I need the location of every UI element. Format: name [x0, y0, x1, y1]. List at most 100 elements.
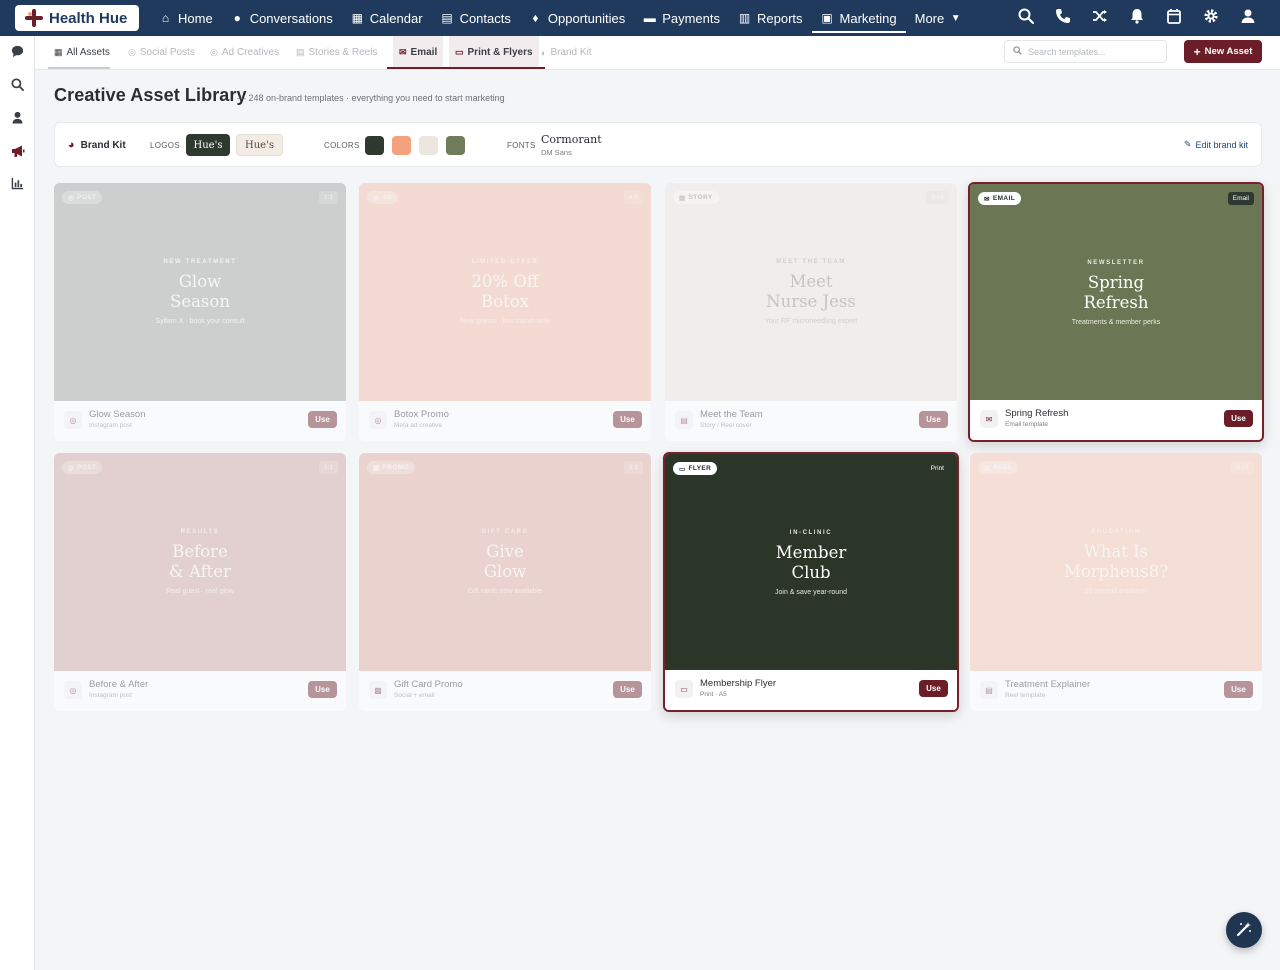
brand-kit-label: ◕ Brand Kit — [68, 139, 126, 151]
nav-marketing[interactable]: ▣ Marketing — [811, 0, 906, 36]
search-input[interactable]: Search templates... — [1028, 47, 1106, 57]
printer-icon: ▭ — [675, 680, 693, 698]
target-icon: ◎ — [373, 194, 380, 202]
ratio-badge: 4:5 — [623, 191, 643, 204]
tagline-text: New guests · this month only — [460, 318, 550, 325]
use-button[interactable]: Use — [613, 681, 642, 698]
shuffle-icon[interactable] — [1081, 8, 1118, 29]
logo-dark[interactable]: Hue's — [186, 134, 230, 156]
template-preview: ◎ AD 4:5 LIMITED OFFER 20% Off Botox New g… — [359, 183, 651, 401]
colors-label: COLORS — [324, 141, 360, 150]
card-footer: ▩ Gift Card Promo Social + email Use — [359, 671, 651, 711]
use-button[interactable]: Use — [1224, 410, 1253, 427]
nav-home[interactable]: ⌂ Home — [150, 0, 222, 36]
use-button[interactable]: Use — [308, 681, 337, 698]
new-asset-button[interactable]: + New Asset — [1184, 40, 1262, 63]
gear-icon[interactable] — [1192, 8, 1229, 29]
magic-wand-icon — [1236, 921, 1252, 940]
phone-icon[interactable] — [1044, 8, 1081, 29]
template-card[interactable]: ◎ AD 4:5 LIMITED OFFER 20% Off Botox New g… — [359, 183, 651, 441]
eyebrow-text: RESULTS — [180, 529, 220, 535]
tab-brand-kit[interactable]: ◐ Brand Kit — [541, 36, 592, 69]
ratio-badge: Email — [1227, 192, 1254, 205]
tab-stories-reels[interactable]: ▤ Stories & Reels — [296, 36, 377, 69]
brand-kit-bar: ◕ Brand Kit LOGOS Hue's Hue's COLORS FONT… — [54, 122, 1262, 167]
tagline-text: Join & save year-round — [775, 589, 847, 596]
bar-chart-icon[interactable] — [0, 177, 35, 193]
color-swatch-2[interactable] — [392, 136, 411, 155]
nav-conversations[interactable]: ● Conversations — [222, 0, 342, 36]
use-button[interactable]: Use — [919, 680, 948, 697]
headline-text: 20% Off Botox — [471, 272, 539, 311]
app-logo[interactable]: Health Hue — [15, 5, 139, 31]
film-icon: ▤ — [679, 194, 686, 202]
eyebrow-text: GIFT CARD — [481, 529, 529, 535]
logo-light[interactable]: Hue's — [236, 134, 283, 156]
tagline-text: Real guest · real glow — [166, 588, 234, 595]
tagline-text: Gift cards now available — [467, 588, 543, 595]
megaphone-icon[interactable] — [0, 144, 35, 161]
film-icon: ▤ — [984, 464, 991, 472]
bar-chart-icon: ▥ — [738, 11, 751, 25]
color-swatch-1[interactable] — [365, 136, 384, 155]
target-icon: ◎ — [210, 47, 218, 57]
page-title: Creative Asset Library — [54, 85, 247, 105]
instagram-icon: ◎ — [68, 194, 75, 202]
tab-print-flyers[interactable]: ▭ Print & Flyers — [443, 36, 545, 69]
printer-icon: ▭ — [679, 465, 686, 473]
color-swatch-3[interactable] — [419, 136, 438, 155]
template-preview: ◎ POST 1:1 NEW TREATMENT Glow Season Sylfi… — [54, 183, 346, 401]
calendar-icon: ▦ — [351, 11, 363, 25]
color-swatch-4[interactable] — [446, 136, 465, 155]
search-icon[interactable] — [0, 78, 35, 94]
tab-all-assets[interactable]: ▦ All Assets — [48, 36, 110, 69]
user-icon[interactable] — [0, 111, 35, 127]
search-templates[interactable]: Search templates... — [1004, 40, 1167, 63]
template-name: Spring Refresh — [1005, 408, 1069, 419]
nav-payments[interactable]: ▬ Payments — [634, 0, 729, 36]
nav-more[interactable]: More ▼ — [906, 0, 972, 36]
nav-contacts[interactable]: ▤ Contacts — [432, 0, 520, 36]
nav-opportunities[interactable]: ♦ Opportunities — [520, 0, 634, 36]
nav-calendar[interactable]: ▦ Calendar — [342, 0, 432, 36]
tab-ad-creatives[interactable]: ◎ Ad Creatives — [210, 36, 279, 69]
type-badge: ✉ EMAIL — [978, 192, 1022, 205]
tagline-text: Your RF microneedling expert — [764, 318, 858, 325]
contacts-icon: ▤ — [441, 11, 453, 25]
template-preview: ◎ POST 1:1 RESULTS Before & After Real gue… — [54, 453, 346, 671]
template-card[interactable]: ◎ POST 1:1 NEW TREATMENT Glow Season Sylfi… — [54, 183, 346, 441]
bell-icon[interactable] — [1118, 8, 1155, 29]
edit-brand-kit-link[interactable]: ✎ Edit brand kit — [1184, 139, 1248, 150]
tab-email[interactable]: ✉ Email — [386, 36, 450, 69]
template-card[interactable]: ▤ STORY 9:16 MEET THE TEAM Meet Nurse Jess… — [665, 183, 957, 441]
use-button[interactable]: Use — [1224, 681, 1253, 698]
card-footer: ✉ Spring Refresh Email template Use — [970, 400, 1262, 440]
template-name: Gift Card Promo — [394, 679, 463, 690]
magic-wand-button[interactable] — [1226, 912, 1262, 948]
logo-mark-icon — [25, 9, 43, 27]
use-button[interactable]: Use — [613, 411, 642, 428]
tab-social-posts[interactable]: ◎ Social Posts — [128, 36, 195, 69]
marketing-icon: ▣ — [821, 11, 833, 25]
user-icon[interactable] — [1229, 8, 1266, 29]
gift-icon: ▩ — [373, 464, 380, 472]
chat-icon[interactable] — [0, 45, 35, 61]
nav-reports[interactable]: ▥ Reports — [729, 0, 812, 36]
use-button[interactable]: Use — [308, 411, 337, 428]
calendar-icon[interactable] — [1155, 8, 1192, 29]
template-card[interactable]: ◎ POST 1:1 RESULTS Before & After Real gue… — [54, 453, 346, 711]
template-name: Glow Season — [89, 409, 146, 420]
template-name: Membership Flyer — [700, 678, 777, 689]
card-footer: ◎ Glow Season Instagram post Use — [54, 401, 346, 441]
headline-text: What Is Morpheus8? — [1063, 542, 1169, 581]
template-card-selected[interactable]: ✉ EMAIL Email NEWSLETTER Spring Refresh Tr… — [968, 182, 1264, 442]
search-icon[interactable] — [1007, 8, 1044, 29]
template-card-selected[interactable]: ▭ FLYER Print IN-CLINIC Member Club Join &… — [663, 452, 959, 712]
headline-text: Meet Nurse Jess — [766, 272, 856, 311]
template-type: Reel template — [1005, 692, 1046, 699]
home-icon: ⌂ — [161, 11, 170, 25]
use-button[interactable]: Use — [919, 411, 948, 428]
template-card[interactable]: ▩ PROMO 1:1 GIFT CARD Give Glow Gift cards… — [359, 453, 651, 711]
template-card[interactable]: ▤ REEL 9:16 EDUCATION What Is Morpheus8? 6… — [970, 453, 1262, 711]
chat-icon: ● — [233, 11, 241, 25]
